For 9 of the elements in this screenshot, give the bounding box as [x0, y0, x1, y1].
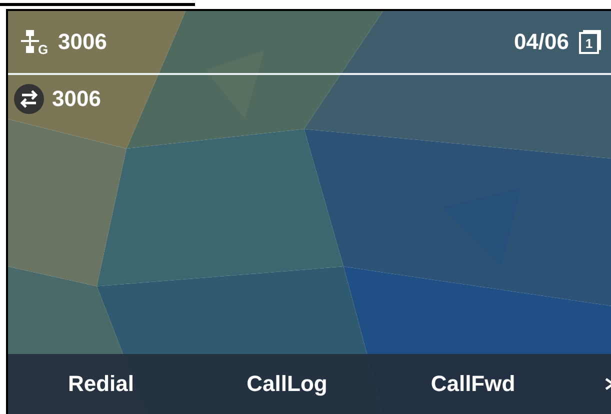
- softkey[interactable]: CallLog: [194, 363, 380, 405]
- date: 04/06: [514, 29, 569, 55]
- softkey[interactable]: CallFwd: [380, 363, 566, 405]
- transfer-icon: [14, 84, 44, 114]
- more-icon[interactable]: [605, 376, 611, 392]
- softkey[interactable]: Redial: [8, 363, 194, 405]
- account-number: 3006: [58, 29, 108, 55]
- line-label: 3006: [52, 86, 101, 112]
- page-indicator-icon: 1: [579, 30, 601, 54]
